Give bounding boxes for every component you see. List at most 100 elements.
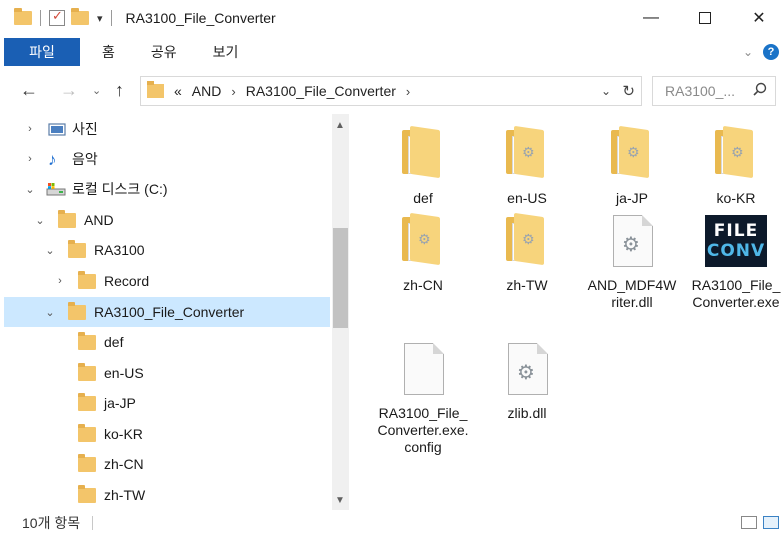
tree-item-music[interactable]: › ♪ 음악 <box>4 144 330 174</box>
customize-toolbar-dropdown-icon[interactable]: ▾ <box>97 12 103 25</box>
close-icon: ✕ <box>752 10 766 27</box>
chevron-right-icon[interactable]: › <box>406 84 410 99</box>
music-icon: ♪ <box>48 150 57 169</box>
file-name: ko-KR <box>716 190 756 206</box>
folder-icon <box>68 302 86 320</box>
address-dropdown-icon[interactable]: ⌄ <box>601 84 611 98</box>
divider <box>110 10 112 26</box>
file-list-pane[interactable]: def ⚙ en-US ⚙ ja-JP ⚙ ko-KR ⚙ zh-CN ⚙ zh… <box>352 114 783 510</box>
file-name: zh-TW <box>506 277 548 293</box>
scrollbar-thumb[interactable] <box>333 228 348 328</box>
tab-view[interactable]: 보기 <box>195 42 257 62</box>
maximize-icon <box>699 12 711 24</box>
tree-item-record[interactable]: › Record <box>4 266 330 296</box>
chevron-right-icon[interactable]: › <box>24 123 36 135</box>
address-bar[interactable]: « AND › RA3100_File_Converter › ⌄ ↻ <box>140 76 642 106</box>
ribbon-controls: ⌄ ? <box>743 38 783 66</box>
tree-item-ko-kr[interactable]: ko-KR <box>4 419 330 449</box>
chevron-right-icon[interactable]: › <box>231 84 235 99</box>
title-bar: ▾ RA3100_File_Converter — ✕ <box>0 0 783 36</box>
properties-icon[interactable] <box>49 8 65 26</box>
minimize-button[interactable]: — <box>626 0 676 36</box>
file-name: RA3100_File_Converter.exe.config <box>377 405 469 455</box>
item-count: 10개 항목 <box>22 515 81 531</box>
maximize-button[interactable] <box>680 0 730 36</box>
file-name: RA3100_File_Converter.exe <box>691 277 781 310</box>
folder-icon <box>58 210 76 228</box>
file-item-en-us[interactable]: ⚙ en-US <box>481 125 573 207</box>
file-item-zlib-dll[interactable]: ⚙ zlib.dll <box>481 341 573 422</box>
dll-file-icon: ⚙ <box>502 341 552 397</box>
tree-item-label: 사진 <box>72 121 98 137</box>
tree-item-zh-cn[interactable]: zh-CN <box>4 449 330 479</box>
file-item-and-mdf4writer-dll[interactable]: ⚙ AND_MDF4Writer.dll <box>586 213 678 311</box>
quick-access-toolbar: ▾ <box>0 8 114 26</box>
tree-item-label: zh-CN <box>104 456 144 472</box>
file-item-def[interactable]: def <box>377 125 469 207</box>
folder-icon: ⚙ <box>607 125 657 182</box>
minimize-icon: — <box>643 9 659 26</box>
help-icon[interactable]: ? <box>763 44 779 60</box>
tree-item-def[interactable]: def <box>4 327 330 357</box>
file-item-zh-tw[interactable]: ⚙ zh-TW <box>481 212 573 294</box>
new-folder-icon[interactable] <box>71 8 89 25</box>
file-name: ja-JP <box>616 190 648 206</box>
close-button[interactable]: ✕ <box>734 0 783 36</box>
tree-item-label: ja-JP <box>104 395 136 411</box>
address-row: ← → ⌄ ↑ « AND › RA3100_File_Converter › … <box>0 74 783 108</box>
chevron-down-icon[interactable]: ⌄ <box>24 183 36 196</box>
refresh-icon[interactable]: ↻ <box>622 82 635 100</box>
tree-item-ra3100-file-converter[interactable]: ⌄ RA3100_File_Converter <box>4 297 330 327</box>
file-item-zh-cn[interactable]: ⚙ zh-CN <box>377 212 469 294</box>
navigation-scrollbar[interactable]: ▲ ▼ <box>332 114 349 510</box>
chevron-down-icon[interactable]: ⌄ <box>44 306 56 319</box>
recent-locations-icon[interactable]: ⌄ <box>92 84 101 97</box>
tab-file[interactable]: 파일 <box>4 38 80 66</box>
tree-item-ja-jp[interactable]: ja-JP <box>4 388 330 418</box>
tree-item-ra3100[interactable]: ⌄ RA3100 <box>4 235 330 265</box>
search-icon[interactable] <box>753 82 767 96</box>
forward-button[interactable]: → <box>60 80 78 101</box>
file-name: def <box>413 190 433 206</box>
tree-item-label: 로컬 디스크 (C:) <box>72 181 168 197</box>
chevron-down-icon[interactable]: ⌄ <box>44 244 56 257</box>
tree-item-zh-tw[interactable]: zh-TW <box>4 480 330 510</box>
search-input[interactable]: RA3100_... <box>652 76 776 106</box>
navigation-pane[interactable]: › 사진 › ♪ 음악 ⌄ 로컬 디스크 (C:) ⌄ AND ⌄ RA3100… <box>0 114 352 510</box>
folder-icon <box>398 125 448 182</box>
folder-icon <box>68 240 86 258</box>
tree-item-pictures[interactable]: › 사진 <box>4 114 330 144</box>
tree-item-label: RA3100 <box>94 242 145 258</box>
folder-icon: ⚙ <box>502 125 552 182</box>
folder-icon: ⚙ <box>711 125 761 182</box>
tree-item-and[interactable]: ⌄ AND <box>4 205 330 235</box>
up-button[interactable]: ↑ <box>115 80 124 101</box>
folder-icon <box>78 424 96 442</box>
file-item-ra3100-file-converter-exe[interactable]: FILE CONV RA3100_File_Converter.exe <box>690 213 782 311</box>
chevron-right-icon[interactable]: › <box>54 275 66 287</box>
scroll-up-icon[interactable]: ▲ <box>335 120 345 131</box>
folder-icon <box>78 363 96 381</box>
details-view-icon[interactable] <box>741 516 757 529</box>
app-icon-text-top: FILE <box>713 221 759 241</box>
breadcrumb-overflow[interactable]: « <box>174 83 182 99</box>
expand-ribbon-icon[interactable]: ⌄ <box>743 45 753 59</box>
tree-item-label: en-US <box>104 365 144 381</box>
tree-item-label: RA3100_File_Converter <box>94 304 245 320</box>
back-button[interactable]: ← <box>20 80 38 101</box>
tree-item-local-disk[interactable]: ⌄ 로컬 디스크 (C:) <box>4 174 330 204</box>
chevron-right-icon[interactable]: › <box>24 153 36 165</box>
tab-share[interactable]: 공유 <box>133 42 195 62</box>
tab-home[interactable]: 홈 <box>84 42 133 62</box>
file-item-ja-jp[interactable]: ⚙ ja-JP <box>586 125 678 207</box>
drive-icon <box>46 183 66 196</box>
scroll-down-icon[interactable]: ▼ <box>335 495 345 506</box>
large-icons-view-icon[interactable] <box>763 516 779 529</box>
file-item-config[interactable]: RA3100_File_Converter.exe.config <box>377 341 469 456</box>
folder-icon[interactable] <box>14 8 32 25</box>
chevron-down-icon[interactable]: ⌄ <box>34 214 46 227</box>
tree-item-en-us[interactable]: en-US <box>4 358 330 388</box>
breadcrumb-and[interactable]: AND <box>192 83 222 99</box>
breadcrumb-current[interactable]: RA3100_File_Converter <box>246 83 396 99</box>
file-item-ko-kr[interactable]: ⚙ ko-KR <box>690 125 782 207</box>
